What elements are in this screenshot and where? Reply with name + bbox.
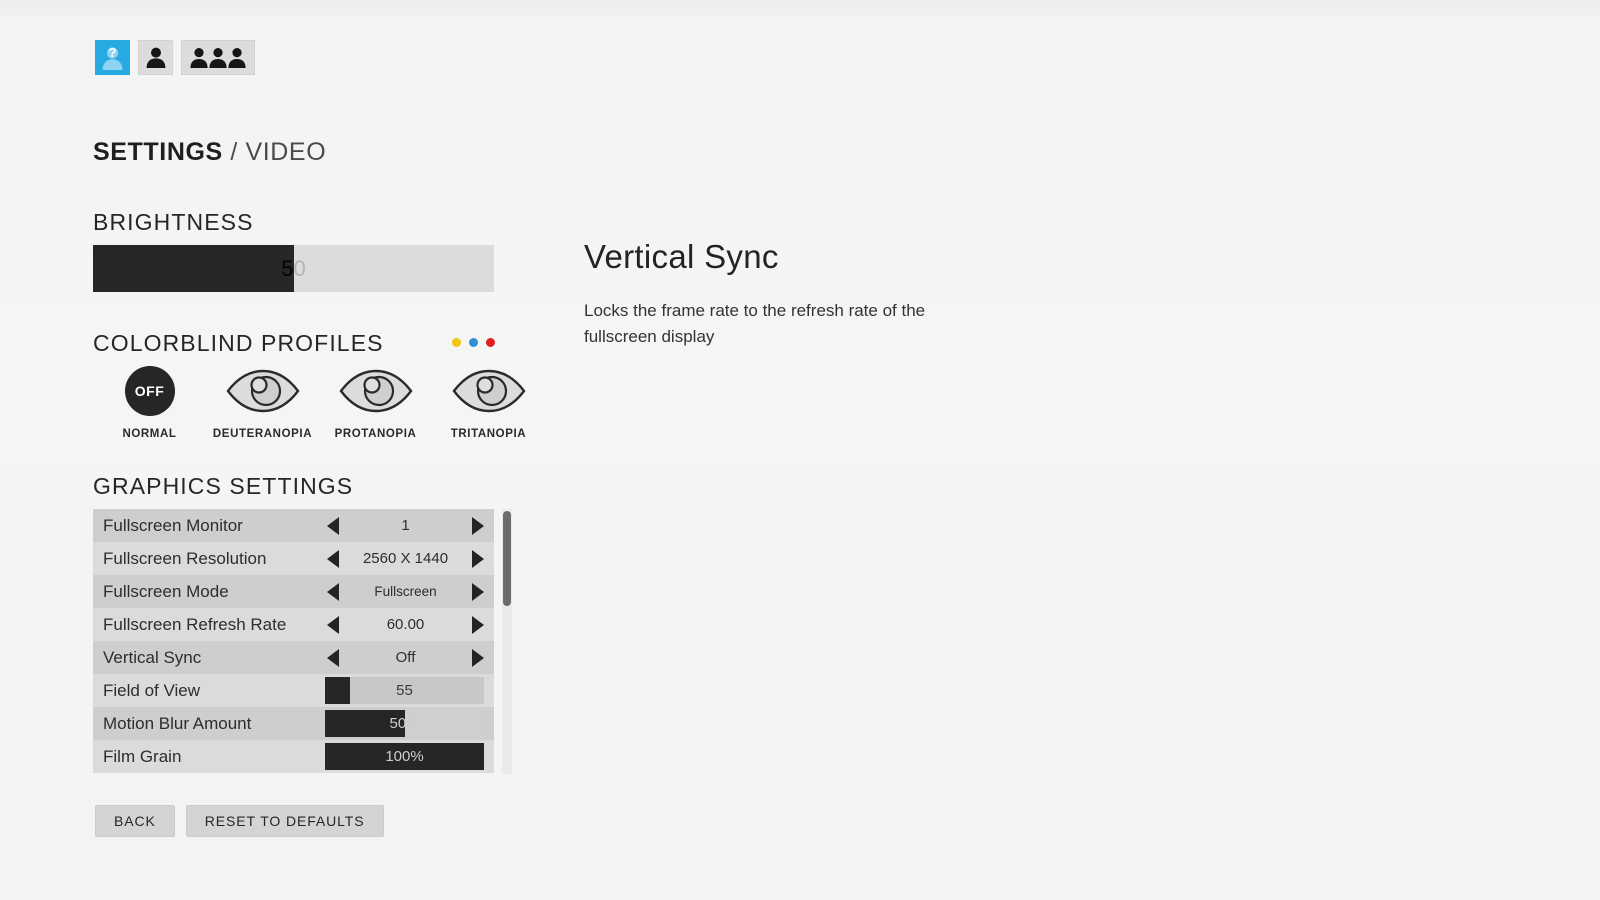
settings-row[interactable]: Fullscreen Refresh Rate 60.00 [93,608,494,641]
settings-row-label: Fullscreen Refresh Rate [103,614,287,634]
reset-to-defaults-button[interactable]: RESET TO DEFAULTS [185,805,384,837]
settings-row-stepper: Off [325,641,494,674]
settings-row-label: Film Grain [103,746,182,766]
profile-single-button[interactable] [138,40,173,75]
settings-row-value: 60.00 [386,616,425,633]
profile-unknown-button[interactable]: ? [95,40,130,75]
eye-icon [338,369,413,413]
settings-row-slider[interactable]: 50% [325,710,484,737]
chevron-left-icon[interactable] [327,615,339,634]
description-title: Vertical Sync [584,238,779,275]
profile-bar: ? [95,40,255,75]
settings-row[interactable]: Film Grain 100% [93,740,494,773]
chevron-left-icon[interactable] [327,516,339,535]
brightness-heading: BRIGHTNESS [93,209,254,235]
colorblind-option-normal[interactable]: OFF NORMAL [93,365,206,440]
eye-icon [451,369,526,413]
brightness-value-label: 50 [281,255,306,281]
chevron-right-icon[interactable] [472,549,484,568]
settings-row-slider[interactable]: 55 [325,677,484,704]
colorblind-option-label: TRITANOPIA [450,428,527,440]
settings-row-value: Off [395,649,416,666]
settings-row-value: 2560 X 1440 [362,550,449,567]
settings-row[interactable]: Vertical Sync Off [93,641,494,674]
settings-scrollbar[interactable] [502,509,512,774]
brightness-slider[interactable]: 50 [93,245,494,292]
colorblind-option-deuteranopia[interactable]: DEUTERANOPIA [206,365,319,440]
breadcrumb-settings: SETTINGS [93,138,223,166]
settings-row[interactable]: Field of View 55 [93,674,494,707]
person-icon [146,47,165,68]
settings-row-value: Fullscreen [374,584,437,599]
people-group-icon [190,48,246,68]
chevron-right-icon[interactable] [472,615,484,634]
settings-row-slider[interactable]: 100% [325,743,484,770]
graphics-settings-heading: GRAPHICS SETTINGS [93,473,354,499]
eye-icon [225,369,300,413]
description-body: Locks the frame rate to the refresh rate… [584,301,926,347]
breadcrumb-video: VIDEO [245,138,327,166]
colorblind-option-tritanopia[interactable]: TRITANOPIA [432,365,545,440]
settings-row-stepper: 1 [325,509,494,542]
profile-group-button[interactable] [181,40,255,75]
colorblind-dot-blue [469,338,478,347]
settings-row-label: Fullscreen Mode [103,581,229,601]
description-panel: Vertical Sync Locks the frame rate to th… [584,238,1104,351]
colorblind-dot-indicators [452,338,495,347]
colorblind-option-protanopia[interactable]: PROTANOPIA [319,365,432,440]
settings-row[interactable]: Fullscreen Resolution 2560 X 1440 [93,542,494,575]
settings-row-label: Vertical Sync [103,647,202,667]
chevron-left-icon[interactable] [327,648,339,667]
colorblind-deuteranopia-glyph [225,365,301,417]
settings-row-label: Fullscreen Monitor [103,515,243,535]
settings-row-label: Field of View [103,680,201,700]
breadcrumb: SETTINGS / VIDEO [93,138,326,167]
chevron-left-icon[interactable] [327,549,339,568]
settings-row-value: 1 [401,517,410,534]
colorblind-profile-options: OFF NORMAL DEUTERANOPIA PROTANOPIA TRITA… [93,365,545,440]
settings-row-value: 55 [396,682,413,699]
settings-row[interactable]: Motion Blur Amount 50% [93,707,494,740]
action-buttons: BACK RESET TO DEFAULTS [95,805,384,837]
off-badge: OFF [124,366,175,416]
chevron-left-icon[interactable] [327,582,339,601]
back-button[interactable]: BACK [95,805,175,837]
settings-row[interactable]: Fullscreen Monitor 1 [93,509,494,542]
colorblind-protanopia-glyph [338,365,414,417]
settings-row-stepper: Fullscreen [325,575,494,608]
settings-row-value: 100% [385,748,424,765]
colorblind-tritanopia-glyph [451,365,527,417]
colorblind-option-label: NORMAL [122,428,177,440]
person-question-icon: ? [102,45,123,70]
settings-row-label: Fullscreen Resolution [103,548,267,568]
chevron-right-icon[interactable] [472,516,484,535]
colorblind-dot-yellow [452,338,461,347]
colorblind-option-label: PROTANOPIA [334,428,417,440]
settings-row-value: 50% [389,715,420,732]
settings-row[interactable]: Fullscreen Mode Fullscreen [93,575,494,608]
breadcrumb-separator: / [222,138,246,166]
settings-row-stepper: 60.00 [325,608,494,641]
settings-scrollbar-thumb[interactable] [503,511,511,606]
colorblind-dot-red [486,338,495,347]
colorblind-option-label: DEUTERANOPIA [212,428,313,440]
settings-row-stepper: 2560 X 1440 [325,542,494,575]
colorblind-heading: COLORBLIND PROFILES [93,330,384,356]
colorblind-normal-glyph: OFF [124,365,175,417]
graphics-settings-list: Fullscreen Monitor 1 Fullscreen Resolution… [93,509,494,774]
chevron-right-icon[interactable] [472,582,484,601]
svg-text:?: ? [109,45,117,60]
settings-row-label: Motion Blur Amount [103,713,252,733]
chevron-right-icon[interactable] [472,648,484,667]
